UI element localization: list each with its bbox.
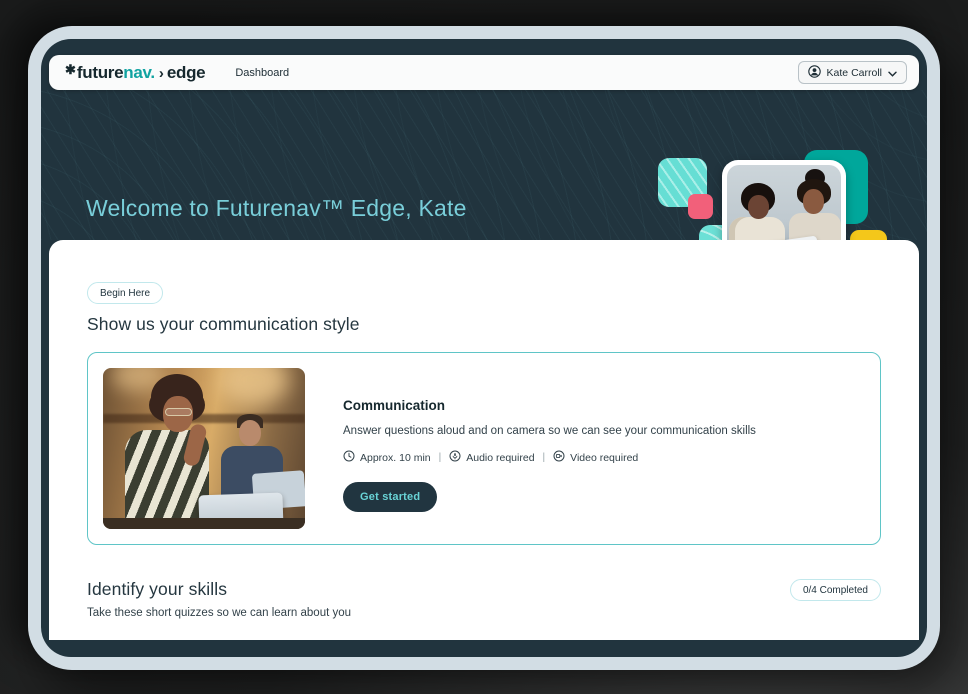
skills-section-header: Identify your skills Take these short qu… — [87, 579, 881, 619]
logo-chevron-separator: › — [159, 65, 164, 82]
top-navbar: ✱ future nav. › edge Dashboard — [49, 55, 919, 90]
logo-text-edge: edge — [167, 63, 205, 83]
hero-decoration-cluster — [41, 90, 927, 240]
meta-video: Video required — [553, 450, 638, 465]
card-title: Communication — [343, 398, 445, 413]
meta-video-label: Video required — [570, 452, 638, 464]
hero-banner: Welcome to Futurenav™ Edge, Kate — [41, 90, 927, 240]
app-canvas: ✱ future nav. › edge Dashboard — [41, 39, 927, 657]
begin-here-badge: Begin Here — [87, 282, 163, 304]
meta-duration: Approx. 10 min — [343, 450, 431, 465]
photo-background-man-face — [239, 420, 261, 446]
skills-heading-group: Identify your skills Take these short qu… — [87, 579, 351, 619]
meta-divider: | — [439, 452, 442, 463]
chevron-down-icon — [888, 65, 897, 80]
meta-duration-label: Approx. 10 min — [360, 452, 431, 464]
desktop-background: ✱ future nav. › edge Dashboard — [0, 0, 968, 694]
communication-card-body: Communication Answer questions aloud and… — [305, 368, 756, 529]
meta-audio: Audio required — [449, 450, 534, 465]
photo-person-right-face — [803, 189, 824, 214]
card-meta-row: Approx. 10 min | — [343, 450, 638, 465]
progress-badge: 0/4 Completed — [790, 579, 881, 601]
pink-square-decoration — [688, 194, 713, 219]
skills-section-subtitle: Take these short quizzes so we can learn… — [87, 607, 351, 619]
get-started-button[interactable]: Get started — [343, 482, 437, 512]
main-content-panel: Begin Here Show us your communication st… — [49, 240, 919, 640]
browser-window-frame: ✱ future nav. › edge Dashboard — [28, 26, 940, 670]
communication-card: Communication Answer questions aloud and… — [87, 352, 881, 545]
clock-icon — [343, 450, 355, 465]
meta-audio-label: Audio required — [466, 452, 534, 464]
photo-background-shelf — [103, 414, 305, 423]
photo-person-left-face — [748, 195, 769, 219]
asterisk-logo-icon: ✱ — [65, 62, 76, 78]
section-title-communication-style: Show us your communication style — [87, 314, 881, 335]
communication-card-photo — [103, 368, 305, 529]
user-menu-button[interactable]: Kate Carroll — [798, 61, 907, 84]
user-avatar-icon — [808, 65, 821, 81]
meta-divider: | — [543, 452, 546, 463]
logo-text-future: future — [77, 63, 123, 83]
logo-text-nav: nav. — [123, 63, 155, 83]
video-icon — [553, 450, 565, 465]
audio-icon — [449, 450, 461, 465]
photo-desk — [103, 518, 305, 529]
nav-link-dashboard[interactable]: Dashboard — [235, 67, 289, 79]
section-title-identify-skills: Identify your skills — [87, 579, 351, 600]
photo-light-glow — [219, 368, 289, 406]
photo-woman-glasses — [165, 408, 192, 416]
user-name: Kate Carroll — [827, 67, 882, 79]
card-description: Answer questions aloud and on camera so … — [343, 425, 756, 437]
futurenav-edge-logo[interactable]: ✱ future nav. › edge — [65, 63, 205, 83]
